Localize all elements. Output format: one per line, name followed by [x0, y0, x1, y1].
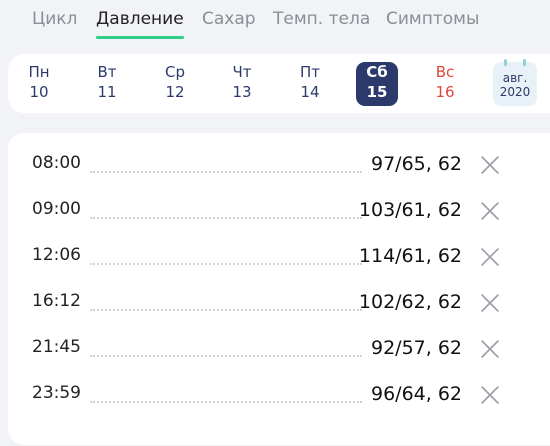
- day-thursday[interactable]: Чт 13: [221, 62, 263, 106]
- day-name: Пн: [28, 63, 50, 81]
- list-item: 09:00 103/61, 62: [8, 189, 550, 235]
- day-name: Чт: [232, 63, 252, 81]
- reading-value: 102/62, 62: [358, 291, 462, 313]
- day-date: 12: [165, 83, 185, 101]
- reading-value: 92/57, 62: [370, 337, 462, 359]
- tab-cycle[interactable]: Цикл: [32, 9, 77, 29]
- reading-value: 103/61, 62: [358, 199, 462, 221]
- dotted-leader: [90, 171, 362, 173]
- active-tab-indicator: [96, 36, 184, 39]
- calendar-icon-ring: [523, 59, 526, 66]
- tab-temperature[interactable]: Темп. тела: [273, 9, 370, 29]
- list-item: 23:59 96/64, 62: [8, 373, 550, 419]
- calendar-button[interactable]: авг. 2020: [493, 59, 537, 106]
- day-name: Вт: [97, 63, 117, 81]
- reading-time: 09:00: [32, 199, 81, 219]
- reading-time: 12:06: [32, 245, 81, 265]
- day-friday[interactable]: Пт 14: [289, 62, 331, 106]
- calendar-month: авг.: [502, 71, 528, 85]
- dotted-leader: [90, 401, 362, 403]
- day-saturday-selected[interactable]: Сб 15: [356, 62, 398, 106]
- list-item: 12:06 114/61, 62: [8, 235, 550, 281]
- day-date: 11: [97, 83, 117, 101]
- tab-pressure[interactable]: Давление: [96, 9, 184, 29]
- day-monday[interactable]: Пн 10: [18, 62, 60, 106]
- day-sunday[interactable]: Вс 16: [424, 62, 466, 106]
- day-tuesday[interactable]: Вт 11: [86, 62, 128, 106]
- reading-value: 97/65, 62: [370, 153, 462, 175]
- calendar-icon: [504, 59, 507, 66]
- day-name: Сб: [366, 63, 388, 81]
- reading-time: 08:00: [32, 153, 81, 173]
- close-icon[interactable]: [477, 290, 503, 316]
- dotted-leader: [90, 217, 362, 219]
- day-name: Вс: [435, 63, 455, 81]
- day-date: 15: [366, 83, 388, 101]
- dotted-leader: [90, 309, 362, 311]
- close-icon[interactable]: [477, 336, 503, 362]
- dotted-leader: [90, 355, 362, 357]
- close-icon[interactable]: [477, 382, 503, 408]
- day-date: 14: [300, 83, 320, 101]
- day-date: 10: [29, 83, 49, 101]
- list-item: 08:00 97/65, 62: [8, 143, 550, 189]
- reading-time: 23:59: [32, 383, 81, 403]
- tab-bar: Цикл Давление Сахар Темп. тела Симптомы: [0, 0, 550, 46]
- day-name: Ср: [165, 63, 185, 81]
- list-item: 16:12 102/62, 62: [8, 281, 550, 327]
- close-icon[interactable]: [477, 198, 503, 224]
- list-item: 21:45 92/57, 62: [8, 327, 550, 373]
- day-name: Пт: [299, 63, 321, 81]
- reading-time: 21:45: [32, 337, 81, 357]
- day-date: 13: [232, 83, 252, 101]
- tab-sugar[interactable]: Сахар: [202, 9, 256, 29]
- reading-value: 96/64, 62: [370, 383, 462, 405]
- close-icon[interactable]: [477, 244, 503, 270]
- close-icon[interactable]: [477, 152, 503, 178]
- dotted-leader: [90, 263, 362, 265]
- week-strip: Пн 10 Вт 11 Ср 12 Чт 13 Пт 14 Сб 15 Вс 1…: [8, 54, 550, 113]
- readings-list: 08:00 97/65, 62 09:00 103/61, 62 12:06 1…: [8, 133, 550, 445]
- calendar-year: 2020: [499, 85, 531, 99]
- day-wednesday[interactable]: Ср 12: [154, 62, 196, 106]
- reading-value: 114/61, 62: [358, 245, 462, 267]
- tab-symptoms[interactable]: Симптомы: [386, 9, 479, 29]
- day-date: 16: [435, 83, 455, 101]
- reading-time: 16:12: [32, 291, 81, 311]
